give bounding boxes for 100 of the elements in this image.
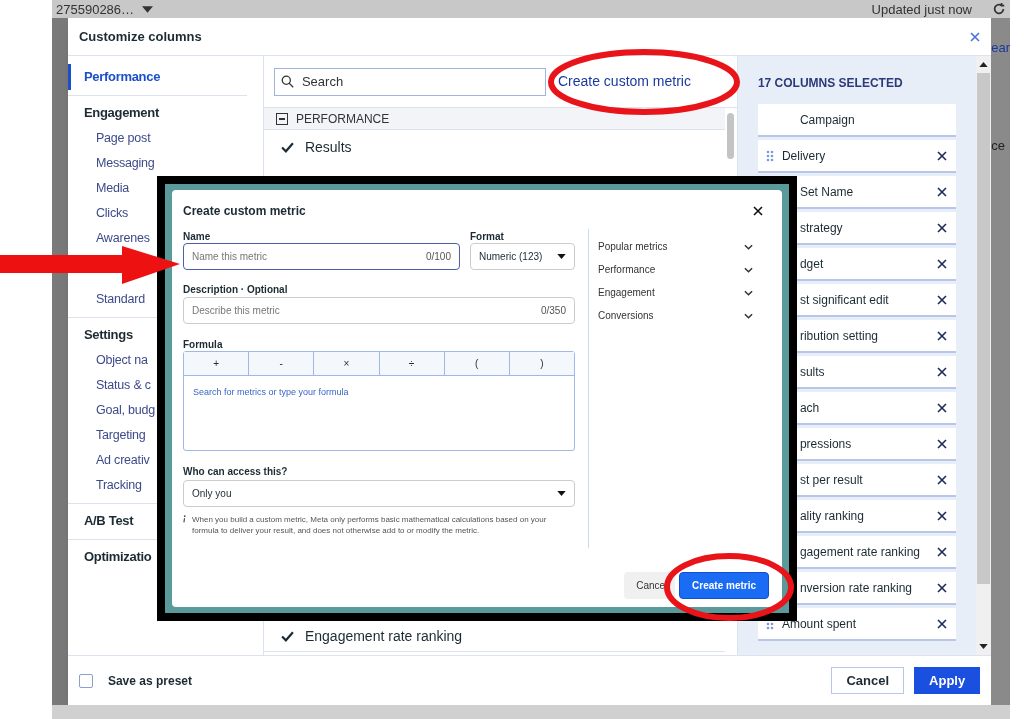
nav-section[interactable]: Optimizatio [67,544,152,570]
close-icon[interactable] [937,546,948,557]
column-label: sults [799,363,826,381]
column-label: st significant edit [799,291,890,309]
metric-label: Results [304,137,352,157]
description-field[interactable]: Describe this metric 0/350 [183,297,575,324]
nav-item[interactable]: Standard [95,287,146,312]
nav-item[interactable]: Object na [95,348,148,373]
category-row[interactable]: Engagement [598,281,753,304]
scrollbar[interactable] [976,56,992,655]
create-metric-button[interactable]: Create metric [679,572,769,599]
caret-icon [142,5,154,13]
preset-label: Save as preset [107,672,192,690]
operator-button[interactable]: ÷ [378,352,444,375]
close-icon[interactable] [937,618,948,629]
close-icon[interactable] [937,258,948,269]
category-row[interactable]: Popular metrics [598,235,753,258]
nav-section[interactable]: Settings [67,322,133,348]
column-label: Amount spent [781,615,857,633]
search-icon [280,75,294,88]
name-input[interactable]: Name this metric [192,249,426,264]
nav-item[interactable]: Page post [95,126,151,151]
category-row[interactable]: Conversions [598,304,753,327]
checkbox[interactable] [280,629,295,644]
column-label: Delivery [781,147,827,165]
close-icon[interactable] [937,438,948,449]
operator-button[interactable]: + [184,352,249,375]
field-label: Formula [183,338,224,349]
category-row[interactable]: Performance [598,258,753,281]
search-input[interactable]: Search [301,71,539,92]
field-label: Description · Optional [183,283,289,294]
nav-section[interactable]: Engagement [67,100,159,126]
operator-button[interactable]: × [313,352,379,375]
close-icon[interactable] [937,150,948,161]
caret-icon [557,491,566,496]
metric-label: Engagement rate ranking [304,627,463,646]
column-chip[interactable]: Amount spent [757,608,957,641]
nav-item[interactable]: Status & c [95,373,151,398]
apply-button[interactable]: Apply [914,667,981,694]
collapse-toggle[interactable] [275,112,288,125]
column-chip[interactable]: Campaign [757,104,957,137]
nav-section[interactable]: Performance [67,64,161,90]
column-label: dget [799,255,825,273]
field-label: Name [183,230,212,241]
update-status: Updated just now [871,2,972,16]
chevron-icon [744,312,753,319]
column-label: ach [799,399,821,417]
formula-field[interactable]: Search for metrics or type your formula [184,376,574,450]
description-input[interactable]: Describe this metric [192,303,541,318]
column-label: ribution setting [799,327,879,345]
caret-icon [557,254,566,259]
section-heading: PERFORMANCE [295,110,390,128]
close-icon[interactable] [937,186,948,197]
close-icon[interactable] [937,366,948,377]
column-label: Campaign [799,111,856,129]
drag-handle-icon[interactable] [765,149,774,162]
operator-button[interactable]: - [248,352,314,375]
search-field[interactable]: Search [273,67,546,96]
close-icon[interactable] [937,222,948,233]
nav-section[interactable]: A/B Test [67,508,134,534]
close-icon[interactable] [937,474,948,485]
caret-icon [979,62,989,67]
character-counter: 0/350 [540,304,566,318]
nav-item[interactable]: Awarenes [95,226,150,251]
character-counter: 0/100 [425,250,451,264]
account-id: 275590286… [56,2,135,16]
operator-button[interactable]: ( [443,352,509,375]
scrollbar-thumb[interactable] [727,113,735,159]
column-chip[interactable]: Delivery [757,140,957,173]
cut-text: ce [991,136,1006,155]
nav-item[interactable]: Goal, budg [95,398,156,423]
operator-button[interactable]: ) [508,352,575,375]
close-icon[interactable] [753,206,763,216]
field-label: Who can access this? [183,465,289,476]
close-icon[interactable] [937,510,948,521]
nav-item[interactable]: Messaging [95,151,155,176]
nav-item[interactable]: Ad creativ [95,448,150,473]
column-label: ality ranking [799,507,865,525]
field-label: Format [470,230,505,241]
nav-item[interactable]: Clicks [95,201,129,226]
create-metric-link[interactable]: Create custom metric [557,71,691,92]
checkbox[interactable] [280,140,295,154]
column-label: nversion rate ranking [799,579,913,597]
column-label: st per result [799,471,864,489]
nav-item[interactable]: Targeting [95,423,146,448]
close-icon[interactable] [937,330,948,341]
checkbox[interactable] [78,673,93,688]
close-icon[interactable] [937,402,948,413]
nav-item[interactable]: Media [95,176,129,201]
close-icon[interactable] [937,294,948,305]
column-label: strategy [799,219,844,237]
format-select[interactable]: Numeric (123) [470,243,575,270]
name-field[interactable]: Name this metric 0/100 [183,243,460,270]
formula-editor[interactable]: + - × ÷ ( ) Search for metrics or type your formula [183,351,575,451]
access-select[interactable]: Only you [183,480,575,507]
refresh-icon[interactable] [992,2,1006,16]
info-note: When you build a custom metric, Meta only performs basic mathematical calculations based on your formula to deliver your result, and does not otherwise add to or modify the metric. [192,514,548,536]
close-icon[interactable] [937,582,948,593]
cancel-button[interactable]: Cancel [831,667,905,694]
nav-item[interactable]: Tracking [95,473,142,498]
